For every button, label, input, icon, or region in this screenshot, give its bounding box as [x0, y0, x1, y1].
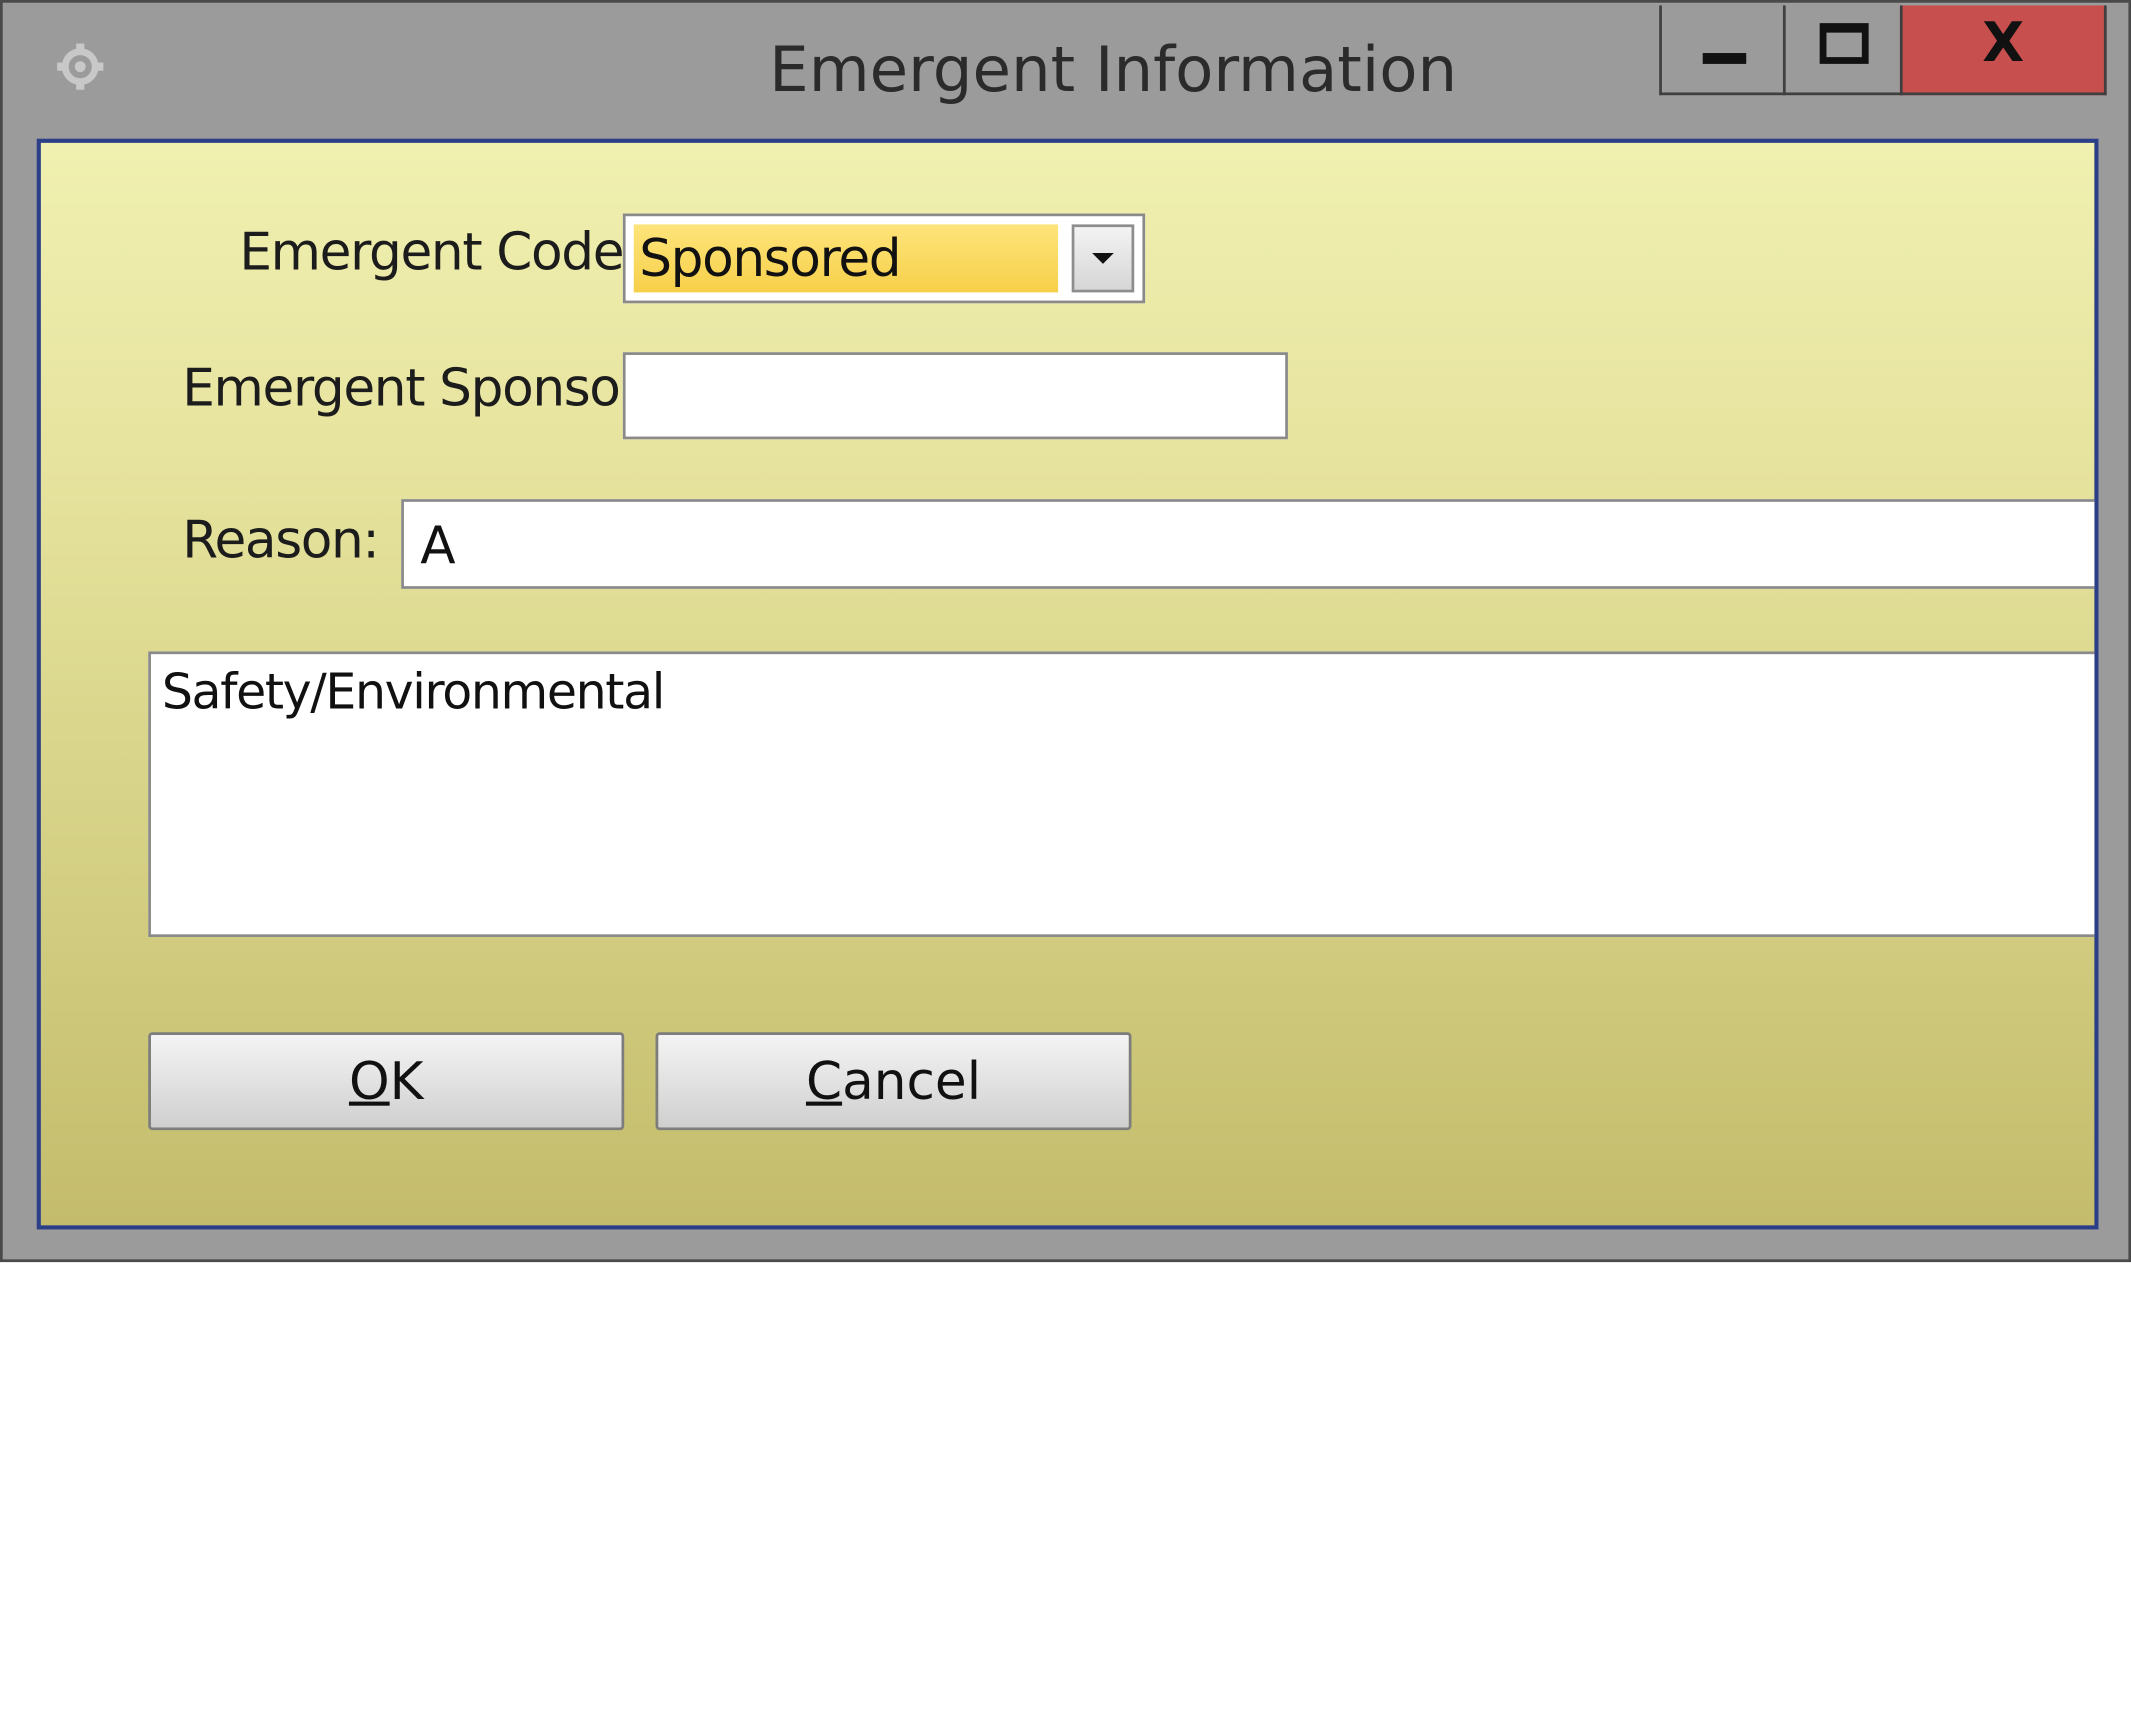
minimize-icon: [1702, 53, 1746, 64]
close-button[interactable]: X: [1899, 5, 2107, 96]
chevron-down-icon: [1092, 252, 1114, 264]
dialog-window: Emergent Information X Emergent Code: Sp…: [0, 0, 2131, 1716]
emergent-code-value: Sponsored: [633, 224, 1059, 293]
maximize-icon: [1819, 23, 1869, 64]
emergent-code-label: Emergent Code:: [239, 221, 640, 282]
minimize-button[interactable]: [1659, 5, 1786, 96]
emergent-code-dropdown[interactable]: Sponsored: [622, 213, 1146, 304]
emergent-sponsor-label: Emergent Sponsor:: [182, 357, 656, 418]
reason-input[interactable]: A: [401, 499, 2095, 589]
dialog-client-area: Emergent Code: Sponsored Emergent Sponso…: [36, 138, 2099, 1230]
maximize-button[interactable]: [1782, 5, 1903, 96]
cancel-button[interactable]: Cancel: [655, 1032, 1132, 1131]
close-icon: X: [1982, 12, 2025, 75]
emergent-sponsor-input[interactable]: [622, 352, 1288, 440]
cancel-button-label: Cancel: [805, 1051, 982, 1112]
reason-description-textarea[interactable]: Safety/Environmental: [148, 651, 2095, 938]
dropdown-button[interactable]: [1071, 224, 1135, 293]
window-title: Emergent Information: [769, 32, 1458, 107]
window-frame: Emergent Information X Emergent Code: Sp…: [0, 0, 2131, 1263]
reason-label: Reason:: [182, 510, 380, 570]
ok-button[interactable]: OK: [148, 1032, 625, 1131]
ok-button-label: OK: [348, 1051, 424, 1112]
